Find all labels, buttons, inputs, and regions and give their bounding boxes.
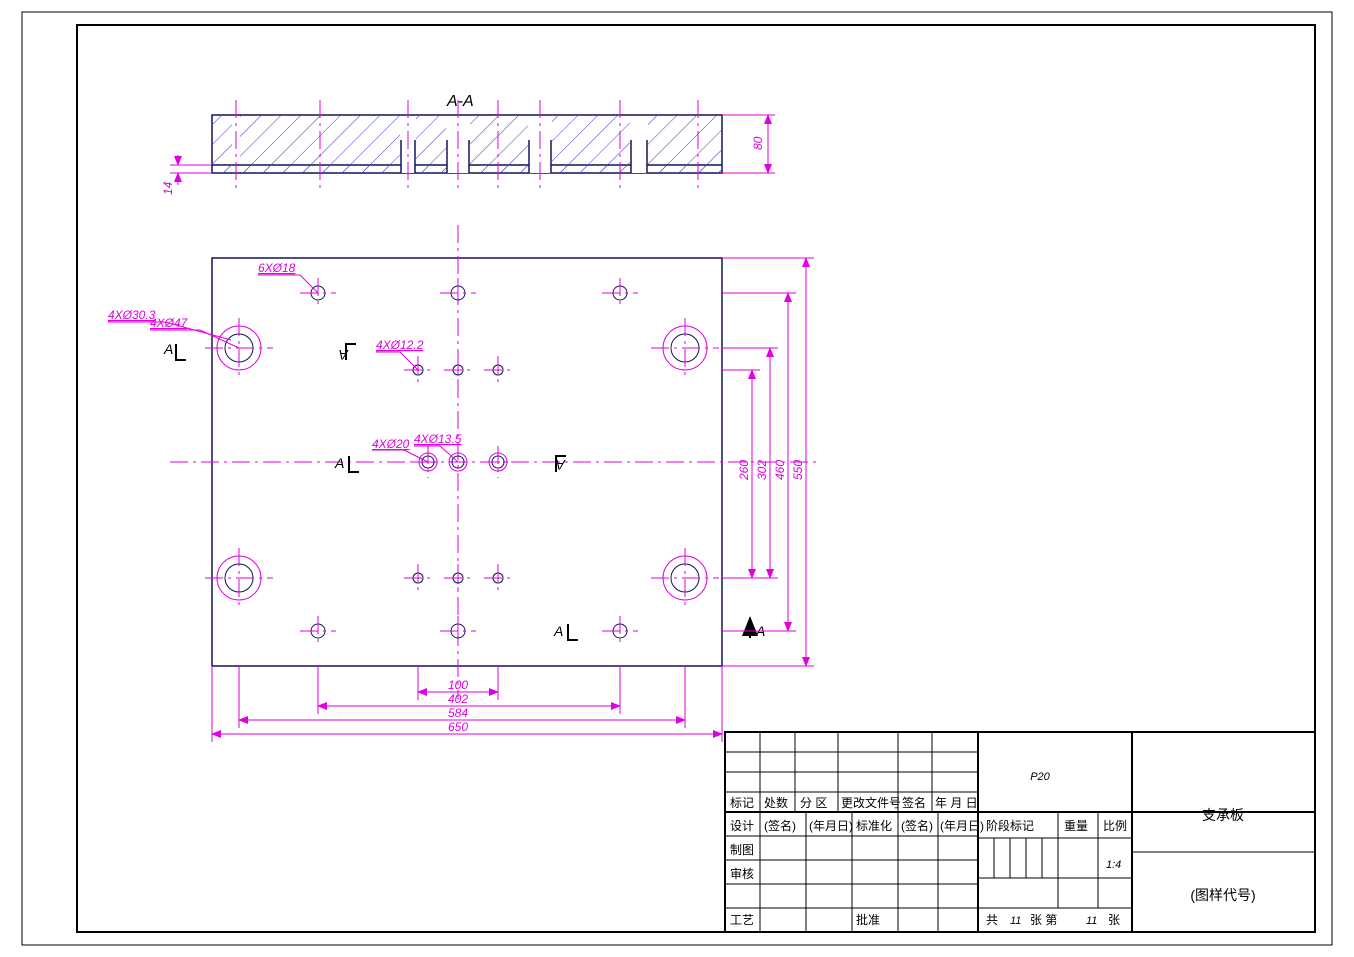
svg-text:阶段标记: 阶段标记 [986,818,1034,833]
svg-text:A: A [163,341,173,357]
title-block: 标记 处数 分 区 更改文件号 签名 年 月 日 设计 (签名) (年月日) 标… [725,732,1315,932]
svg-text:11: 11 [1086,915,1097,927]
svg-text:签名: 签名 [902,795,926,810]
svg-text:A: A [556,457,566,473]
svg-text:(签名): (签名) [764,818,796,833]
svg-text:张 第: 张 第 [1030,913,1057,927]
svg-text:张: 张 [1108,913,1120,927]
drawing-sheet: A-A [0,0,1354,957]
drawing-svg: A-A [0,0,1354,957]
drawing-number: (图样代号) [1190,887,1255,903]
svg-text:制图: 制图 [730,843,754,857]
svg-text:11: 11 [1010,915,1021,927]
svg-text:A: A [553,623,563,639]
svg-text:4XØ13.5: 4XØ13.5 [414,432,462,446]
svg-text:年 月 日: 年 月 日 [935,796,978,810]
svg-text:402: 402 [448,692,468,706]
svg-text:4XØ12.2: 4XØ12.2 [376,338,424,352]
svg-text:审核: 审核 [730,866,754,881]
svg-text:260: 260 [737,460,751,481]
svg-text:650: 650 [448,720,468,734]
svg-text:100: 100 [448,678,468,692]
svg-text:(年月日): (年月日) [940,819,984,833]
svg-text:4XØ20: 4XØ20 [372,437,410,451]
svg-text:P20: P20 [1030,771,1050,783]
part-name: 支承板 [1202,807,1244,823]
svg-text:550: 550 [791,460,805,480]
svg-text:6XØ18: 6XØ18 [258,261,296,275]
svg-text:14: 14 [161,181,175,195]
section-label: A-A [446,93,474,110]
plan-view: A A A A A A 6XØ18 4XØ47 4XØ30.3 4XØ12.2 [108,225,820,742]
svg-text:A: A [339,347,349,363]
svg-text:584: 584 [448,706,468,720]
corner-holes [205,318,719,608]
svg-text:80: 80 [751,136,765,150]
section-dim-80: 80 [722,115,775,173]
callouts: 6XØ18 4XØ47 4XØ30.3 4XØ12.2 4XØ20 4XØ13.… [108,261,462,462]
section-view: A-A [161,93,775,195]
svg-text:(签名): (签名) [901,818,933,833]
svg-text:302: 302 [755,460,769,480]
svg-text:460: 460 [773,460,787,480]
svg-text:标记: 标记 [730,796,754,810]
svg-text:共: 共 [986,913,998,927]
svg-text:分 区: 分 区 [800,796,827,810]
h-dims: 100 402 584 650 [212,666,722,742]
section-dim-14: 14 [161,155,212,195]
svg-text:处数: 处数 [764,795,788,810]
svg-text:标准化: 标准化 [856,819,892,833]
svg-text:A: A [334,455,344,471]
svg-text:设计: 设计 [730,819,754,833]
svg-text:批准: 批准 [856,912,880,927]
svg-text:工艺: 工艺 [730,913,754,927]
svg-text:(年月日): (年月日) [809,819,853,833]
svg-text:比例: 比例 [1103,819,1127,833]
svg-text:重量: 重量 [1064,819,1088,833]
svg-text:更改文件号: 更改文件号 [841,795,901,810]
svg-text:4XØ30.3: 4XØ30.3 [108,308,156,322]
svg-text:1:4: 1:4 [1106,859,1121,871]
